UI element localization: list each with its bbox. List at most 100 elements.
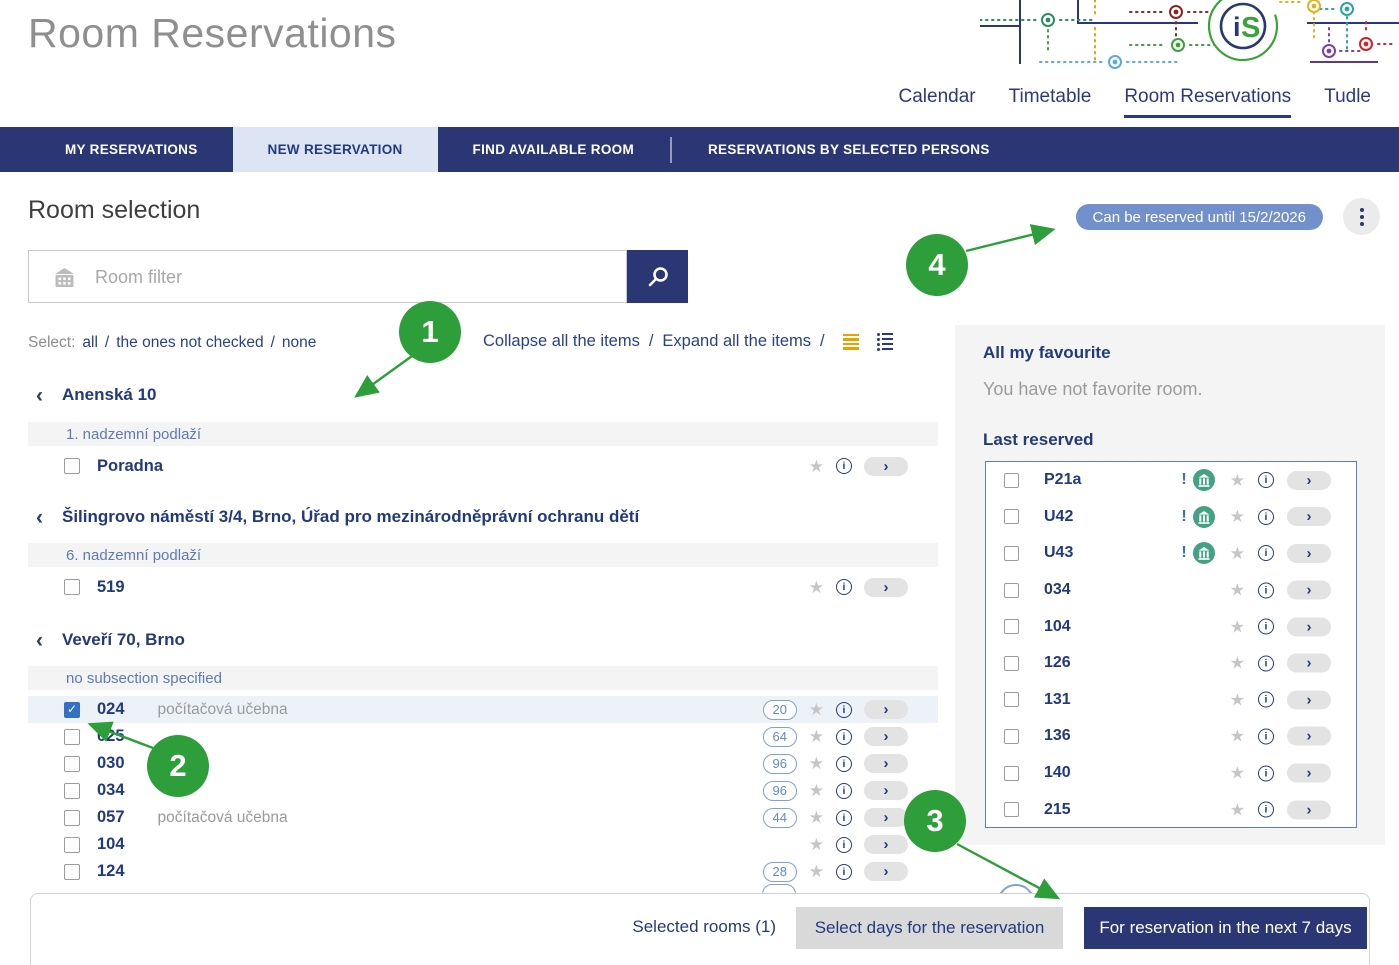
info-icon[interactable]: i <box>1258 765 1274 781</box>
collapse-chevron-icon[interactable]: ‹ <box>36 507 43 528</box>
favorite-star-icon[interactable]: ★ <box>1230 801 1245 818</box>
info-icon[interactable]: i <box>1258 472 1274 488</box>
nav-link-timetable[interactable]: Timetable <box>1009 86 1092 118</box>
info-icon[interactable]: i <box>836 702 852 718</box>
collapse-chevron-icon[interactable]: ‹ <box>36 385 43 406</box>
info-icon[interactable]: i <box>836 864 852 880</box>
collapse-chevron-icon[interactable]: ‹ <box>36 630 43 651</box>
favorite-star-icon[interactable]: ★ <box>809 579 824 596</box>
room-checkbox[interactable] <box>1004 802 1019 817</box>
next-7-days-button[interactable]: For reservation in the next 7 days <box>1084 907 1367 949</box>
info-icon[interactable]: i <box>1258 655 1274 671</box>
tab-my-reservations[interactable]: MY RESERVATIONS <box>30 127 233 172</box>
open-room-button[interactable]: › <box>1287 764 1331 783</box>
favorite-star-icon[interactable]: ★ <box>1230 582 1245 599</box>
open-room-button[interactable]: › <box>864 457 908 476</box>
favorite-star-icon[interactable]: ★ <box>809 863 824 880</box>
collapse-all-link[interactable]: Collapse all the items <box>483 332 640 351</box>
open-room-button[interactable]: › <box>864 727 908 746</box>
favorite-star-icon[interactable]: ★ <box>1230 655 1245 672</box>
building-anenska[interactable]: ‹ Anenská 10 <box>28 382 938 408</box>
room-checkbox[interactable] <box>64 458 80 474</box>
info-icon[interactable]: i <box>1258 509 1274 525</box>
room-checkbox[interactable] <box>64 783 80 799</box>
info-icon[interactable]: i <box>1258 692 1274 708</box>
open-room-button[interactable]: › <box>864 808 908 827</box>
room-checkbox-checked[interactable] <box>64 702 80 718</box>
info-icon[interactable]: i <box>836 837 852 853</box>
open-room-button[interactable]: › <box>864 578 908 597</box>
favorite-star-icon[interactable]: ★ <box>1230 508 1245 525</box>
info-icon[interactable]: i <box>836 810 852 826</box>
room-checkbox[interactable] <box>64 756 80 772</box>
info-icon[interactable]: i <box>836 756 852 772</box>
open-room-button[interactable]: › <box>864 754 908 773</box>
compact-list-icon[interactable] <box>843 334 859 350</box>
favorite-star-icon[interactable]: ★ <box>1230 765 1245 782</box>
open-room-button[interactable]: › <box>864 781 908 800</box>
open-room-button[interactable]: › <box>1287 654 1331 673</box>
favorite-star-icon[interactable]: ★ <box>1230 472 1245 489</box>
favorite-star-icon[interactable]: ★ <box>809 782 824 799</box>
favorite-star-icon[interactable]: ★ <box>809 458 824 475</box>
building-silingrovo[interactable]: ‹ Šilingrovo náměstí 3/4, Brno, Úřad pro… <box>28 504 938 530</box>
favorite-star-icon[interactable]: ★ <box>809 728 824 745</box>
building-veveri[interactable]: ‹ Veveří 70, Brno <box>28 627 938 653</box>
room-checkbox[interactable] <box>64 579 80 595</box>
room-checkbox[interactable] <box>1004 583 1019 598</box>
search-button[interactable] <box>627 250 688 303</box>
favorite-star-icon[interactable]: ★ <box>809 809 824 826</box>
open-room-button[interactable]: › <box>864 835 908 854</box>
select-days-button[interactable]: Select days for the reservation <box>796 907 1063 949</box>
info-icon[interactable]: i <box>1258 802 1274 818</box>
info-icon[interactable]: i <box>1258 728 1274 744</box>
room-checkbox[interactable] <box>1004 619 1019 634</box>
more-options-button[interactable] <box>1343 198 1380 235</box>
room-checkbox[interactable] <box>64 864 80 880</box>
tab-reservations-by-selected-persons[interactable]: RESERVATIONS BY SELECTED PERSONS <box>673 127 1025 172</box>
open-room-button[interactable]: › <box>1287 471 1331 490</box>
select-all-link[interactable]: all <box>82 334 98 352</box>
room-checkbox[interactable] <box>1004 656 1019 671</box>
select-none-link[interactable]: none <box>282 334 316 352</box>
nav-link-calendar[interactable]: Calendar <box>899 86 976 118</box>
info-icon[interactable]: i <box>836 458 852 474</box>
open-room-button[interactable]: › <box>864 700 908 719</box>
open-room-button[interactable]: › <box>1287 727 1331 746</box>
room-filter-input[interactable] <box>93 251 617 304</box>
room-checkbox[interactable] <box>1004 729 1019 744</box>
favorite-star-icon[interactable]: ★ <box>1230 691 1245 708</box>
room-checkbox[interactable] <box>64 837 80 853</box>
select-unchecked-link[interactable]: the ones not checked <box>116 334 263 352</box>
room-checkbox[interactable] <box>64 810 80 826</box>
favorite-star-icon[interactable]: ★ <box>809 755 824 772</box>
open-room-button[interactable]: › <box>1287 800 1331 819</box>
info-icon[interactable]: i <box>836 579 852 595</box>
room-checkbox[interactable] <box>1004 766 1019 781</box>
favorite-star-icon[interactable]: ★ <box>1230 618 1245 635</box>
nav-link-tudle[interactable]: Tudle <box>1324 86 1371 118</box>
open-room-button[interactable]: › <box>1287 581 1331 600</box>
info-icon[interactable]: i <box>836 729 852 745</box>
open-room-button[interactable]: › <box>1287 617 1331 636</box>
favorite-star-icon[interactable]: ★ <box>1230 728 1245 745</box>
info-icon[interactable]: i <box>1258 582 1274 598</box>
favorite-star-icon[interactable]: ★ <box>809 701 824 718</box>
room-checkbox[interactable] <box>1004 473 1019 488</box>
favorite-star-icon[interactable]: ★ <box>809 836 824 853</box>
favorite-star-icon[interactable]: ★ <box>1230 545 1245 562</box>
open-room-button[interactable]: › <box>1287 544 1331 563</box>
tab-find-available-room[interactable]: FIND AVAILABLE ROOM <box>438 127 669 172</box>
expand-all-link[interactable]: Expand all the items <box>662 332 811 351</box>
info-icon[interactable]: i <box>836 783 852 799</box>
info-icon[interactable]: i <box>1258 545 1274 561</box>
open-room-button[interactable]: › <box>1287 690 1331 709</box>
room-checkbox[interactable] <box>1004 546 1019 561</box>
room-checkbox[interactable] <box>64 729 80 745</box>
open-room-button[interactable]: › <box>864 862 908 881</box>
room-checkbox[interactable] <box>1004 692 1019 707</box>
tab-new-reservation[interactable]: NEW RESERVATION <box>233 127 438 172</box>
info-icon[interactable]: i <box>1258 619 1274 635</box>
room-checkbox[interactable] <box>1004 509 1019 524</box>
detailed-list-icon[interactable] <box>877 333 894 351</box>
